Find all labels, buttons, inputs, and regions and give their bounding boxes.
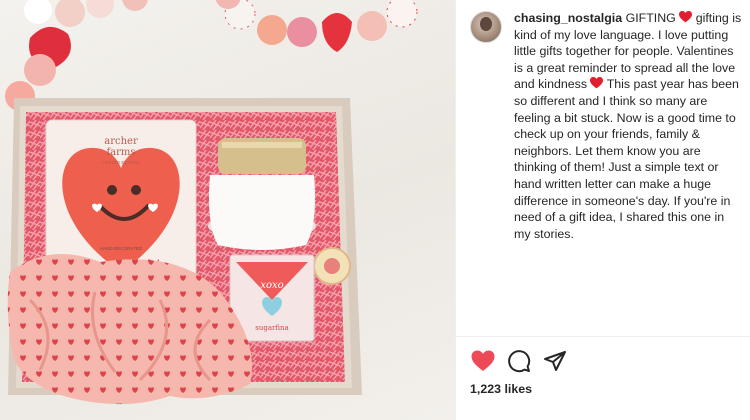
- svg-text:LIMITED EDITION: LIMITED EDITION: [102, 160, 139, 165]
- svg-text:archer: archer: [104, 136, 138, 147]
- share-icon: [544, 351, 566, 371]
- comment-button[interactable]: [506, 348, 532, 374]
- comment-icon: [508, 350, 531, 373]
- felt-garland: [5, 0, 418, 111]
- heart-icon: [471, 350, 495, 371]
- gift-box-photo: archer farms LIMITED EDITION HAND DECORA…: [5, 0, 418, 405]
- like-button[interactable]: [470, 348, 496, 374]
- svg-text:xoxo: xoxo: [260, 280, 283, 291]
- instagram-post: archer farms LIMITED EDITION HAND DECORA…: [0, 0, 750, 420]
- caption-row: chasing_nostalgia GIFTING gifting is kin…: [470, 10, 742, 242]
- username-link[interactable]: chasing_nostalgia: [514, 11, 622, 25]
- share-button[interactable]: [542, 348, 568, 374]
- caption-text-part-1: GIFTING: [625, 11, 676, 25]
- svg-text:farms: farms: [106, 147, 135, 158]
- white-candle: [208, 138, 316, 250]
- divider: [456, 336, 750, 337]
- caption: chasing_nostalgia GIFTING gifting is kin…: [514, 10, 742, 242]
- action-bar: [470, 348, 578, 374]
- red-heart-emoji-icon: [679, 11, 693, 23]
- likes-count[interactable]: 1,223 likes: [470, 382, 532, 396]
- svg-text:sugarfina: sugarfina: [255, 324, 288, 332]
- avatar[interactable]: [470, 11, 502, 43]
- red-heart-emoji-icon: [590, 77, 604, 89]
- post-photo[interactable]: archer farms LIMITED EDITION HAND DECORA…: [0, 0, 455, 420]
- caption-text-part-3: This past year has been so different and…: [514, 77, 739, 241]
- post-side-panel: chasing_nostalgia GIFTING gifting is kin…: [455, 0, 750, 420]
- svg-text:HAND DECORATED: HAND DECORATED: [100, 246, 143, 251]
